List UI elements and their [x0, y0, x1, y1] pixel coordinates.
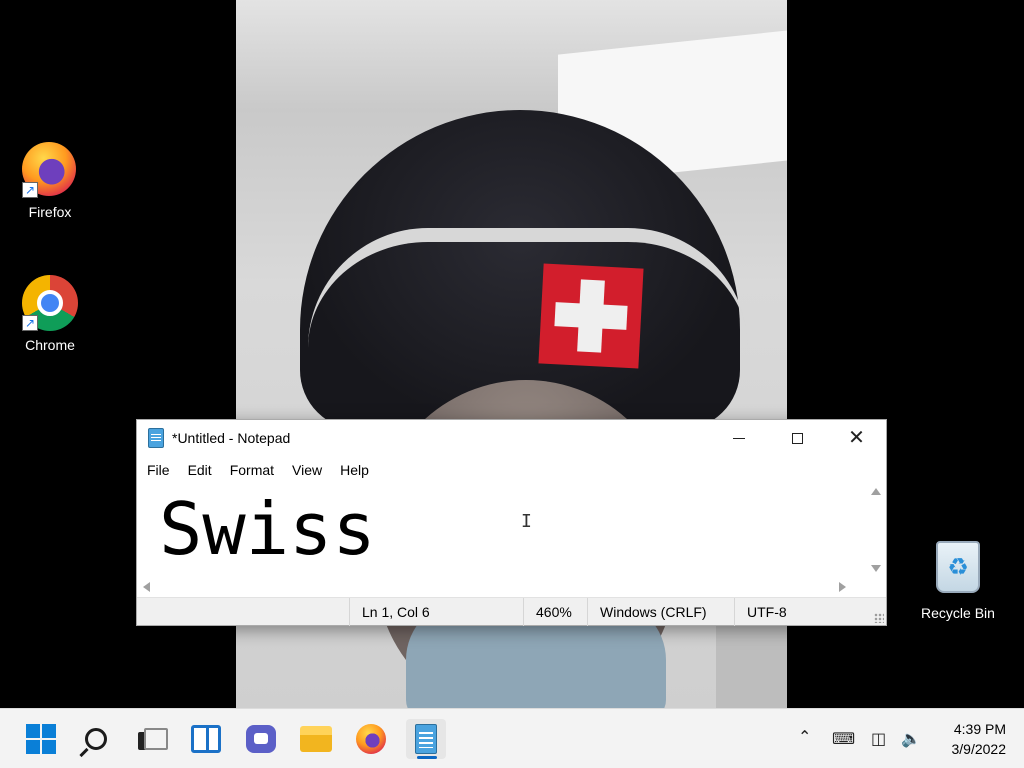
- title-bar[interactable]: *Untitled - Notepad ✕: [137, 420, 886, 456]
- status-line-endings: Windows (CRLF): [587, 598, 734, 626]
- firefox-icon: ↗: [22, 142, 78, 198]
- widgets-button[interactable]: [186, 719, 226, 759]
- chat-icon: [246, 725, 276, 753]
- maximize-icon: [792, 432, 803, 444]
- status-position: Ln 1, Col 6: [349, 598, 523, 626]
- photo-hat-band: [308, 228, 748, 348]
- shortcut-arrow-icon: ↗: [22, 182, 38, 198]
- photo-swiss-flag-patch: [538, 263, 644, 369]
- widgets-icon: [191, 725, 221, 753]
- desktop-icon-chrome[interactable]: ↗ Chrome: [10, 275, 90, 353]
- chrome-icon: ↗: [22, 275, 78, 331]
- photo-wall: [716, 620, 787, 708]
- search-icon: [85, 728, 107, 750]
- network-icon[interactable]: ◫: [871, 729, 886, 748]
- window-controls: ✕: [709, 420, 886, 456]
- notepad-icon: [148, 428, 164, 448]
- desktop-icon-label: Recycle Bin: [921, 605, 995, 621]
- scroll-up-icon[interactable]: [871, 488, 881, 495]
- scroll-down-icon[interactable]: [871, 565, 881, 572]
- desktop-icon-label: Chrome: [25, 337, 75, 353]
- firefox-taskbar-button[interactable]: [351, 719, 391, 759]
- close-icon: ✕: [848, 427, 865, 449]
- search-button[interactable]: [76, 719, 116, 759]
- resize-grip-icon[interactable]: [874, 613, 884, 623]
- start-button[interactable]: [21, 719, 61, 759]
- scroll-left-icon[interactable]: [143, 582, 150, 592]
- menu-format[interactable]: Format: [230, 462, 283, 478]
- file-explorer-icon: [300, 726, 332, 752]
- text-editor[interactable]: Swiss I: [137, 483, 868, 578]
- minimize-icon: [732, 437, 745, 439]
- system-clock[interactable]: 4:39 PM 3/9/2022: [952, 719, 1007, 759]
- menu-file[interactable]: File: [147, 462, 179, 478]
- active-app-indicator: [417, 756, 437, 759]
- clock-date: 3/9/2022: [951, 741, 1007, 757]
- ibeam-cursor-icon: I: [521, 511, 532, 532]
- recycle-bin-icon: [930, 541, 986, 599]
- horizontal-scrollbar[interactable]: [137, 578, 868, 596]
- shortcut-arrow-icon: ↗: [22, 315, 38, 331]
- close-button[interactable]: ✕: [827, 420, 886, 456]
- editor-content[interactable]: Swiss: [159, 487, 376, 571]
- menu-help[interactable]: Help: [340, 462, 378, 478]
- chat-button[interactable]: [241, 719, 281, 759]
- menu-bar: File Edit Format View Help: [137, 456, 886, 483]
- file-explorer-button[interactable]: [296, 719, 336, 759]
- desktop-icon-recycle-bin[interactable]: Recycle Bin: [918, 541, 998, 621]
- show-hidden-icons-chevron-icon[interactable]: ⌃: [798, 727, 811, 746]
- status-encoding: UTF-8: [734, 598, 874, 626]
- status-bar: Ln 1, Col 6 460% Windows (CRLF) UTF-8: [137, 597, 886, 626]
- taskbar: ⌃ ⌨ ◫ 🔈 4:39 PM 3/9/2022: [0, 708, 1024, 768]
- status-zoom: 460%: [523, 598, 587, 626]
- firefox-icon: [356, 724, 386, 754]
- task-view-icon: [138, 728, 168, 750]
- notepad-window[interactable]: *Untitled - Notepad ✕ File Edit Format V…: [136, 419, 887, 626]
- window-title: *Untitled - Notepad: [172, 430, 291, 446]
- maximize-button[interactable]: [768, 420, 827, 456]
- menu-edit[interactable]: Edit: [188, 462, 221, 478]
- menu-view[interactable]: View: [292, 462, 331, 478]
- notepad-icon: [415, 724, 437, 754]
- minimize-button[interactable]: [709, 420, 768, 456]
- windows-start-icon: [26, 724, 56, 754]
- keyboard-icon[interactable]: ⌨: [832, 729, 855, 748]
- vertical-scrollbar[interactable]: [867, 483, 886, 578]
- desktop-icon-firefox[interactable]: ↗ Firefox: [10, 142, 90, 220]
- task-view-button[interactable]: [131, 719, 171, 759]
- clock-time: 4:39 PM: [953, 721, 1006, 737]
- scroll-right-icon[interactable]: [839, 582, 846, 592]
- desktop-icon-label: Firefox: [28, 204, 72, 220]
- notepad-taskbar-button[interactable]: [406, 719, 446, 759]
- volume-icon[interactable]: 🔈: [901, 729, 921, 748]
